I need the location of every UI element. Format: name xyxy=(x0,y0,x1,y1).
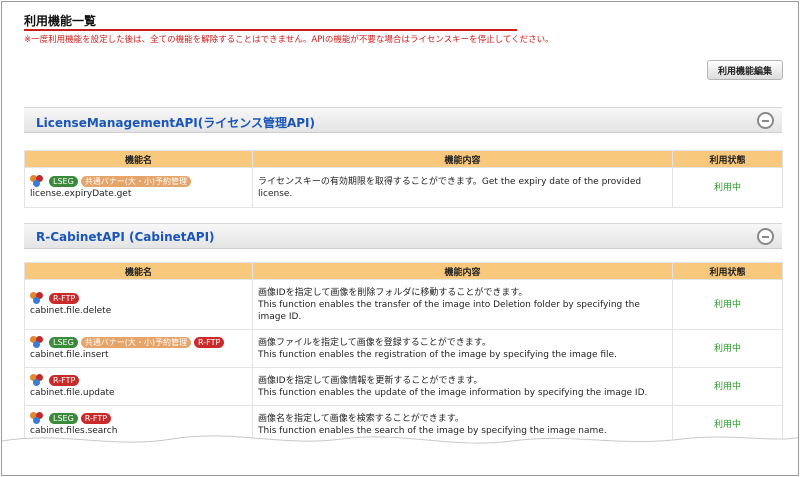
rftp-badge: R-FTP xyxy=(49,374,80,386)
feature-name-cell: LSEG 共通バナー(大・小)予約管理 R-FTP cabinet.file.i… xyxy=(24,329,253,368)
desc-line: This function enables the update of the … xyxy=(258,387,648,398)
shared-banner-badge: 共通バナー(大・小)予約管理 xyxy=(80,336,192,348)
warning-notice: ※一度利用機能を設定した後は、全ての機能を解除することはできません。APIの機能… xyxy=(24,35,554,45)
lseg-badge: LSEG xyxy=(49,175,78,187)
shared-banner-badge: 共通バナー(大・小)予約管理 xyxy=(80,175,192,187)
rftp-badge: R-FTP xyxy=(194,336,225,348)
edit-features-button[interactable]: 利用機能編集 xyxy=(707,60,783,80)
app-icon xyxy=(30,374,46,386)
desc-line: 画像ファイルを指定して画像を登録することができます。 xyxy=(258,337,491,348)
desc-line: This function enables the registration o… xyxy=(258,349,617,360)
feature-name-cell: R-FTP cabinet.file.update xyxy=(24,367,253,406)
desc-line: 画像IDを指定して画像を削除フォルダに移動することができます。 xyxy=(258,287,528,298)
desc-line: image ID. xyxy=(258,311,302,322)
desc-line: ライセンスキーの有効期限を取得することができます。Get the expiry … xyxy=(258,176,642,187)
desc-line: This function enables the transfer of th… xyxy=(258,299,640,310)
table-row: LSEG 共通バナー(大・小)予約管理 license.expiryDate.g… xyxy=(24,167,783,208)
collapse-icon[interactable] xyxy=(757,228,774,245)
rftp-badge: R-FTP xyxy=(49,292,80,304)
column-header-desc: 機能内容 xyxy=(252,262,673,280)
status-in-use: 利用中 xyxy=(672,367,783,406)
status-in-use: 利用中 xyxy=(672,329,783,368)
function-name: cabinet.file.insert xyxy=(30,350,109,360)
function-name: cabinet.file.delete xyxy=(30,306,112,316)
column-header-name: 機能名 xyxy=(24,150,253,168)
table-row: R-FTP cabinet.file.delete 画像IDを指定して画像を削除… xyxy=(24,279,783,330)
desc-line: 画像IDを指定して画像情報を更新することができます。 xyxy=(258,375,483,386)
lseg-badge: LSEG xyxy=(49,412,78,424)
column-header-status: 利用状態 xyxy=(672,262,783,280)
collapse-icon[interactable] xyxy=(757,112,774,129)
feature-name-cell: R-FTP cabinet.file.delete xyxy=(24,279,253,330)
lseg-badge: LSEG xyxy=(49,336,78,348)
page-frame: 利用機能一覧 ※一度利用機能を設定した後は、全ての機能を解除することはできません… xyxy=(1,1,799,476)
column-header-desc: 機能内容 xyxy=(252,150,673,168)
status-in-use: 利用中 xyxy=(672,279,783,330)
feature-desc-cell: 画像ファイルを指定して画像を登録することができます。 This function… xyxy=(252,329,673,368)
app-icon xyxy=(30,292,46,304)
page-title: 利用機能一覧 xyxy=(24,14,97,28)
app-icon xyxy=(30,175,46,187)
column-header-name: 機能名 xyxy=(24,262,253,280)
torn-edge xyxy=(2,435,798,475)
function-name: cabinet.file.update xyxy=(30,388,115,398)
rftp-badge: R-FTP xyxy=(80,412,112,424)
section-header-cabinet[interactable]: R-CabinetAPI (CabinetAPI) xyxy=(24,223,782,249)
section-header-license-management[interactable]: LicenseManagementAPI(ライセンス管理API) xyxy=(24,107,782,133)
column-header-status: 利用状態 xyxy=(672,150,783,168)
app-icon xyxy=(30,336,46,348)
title-underline xyxy=(24,29,517,31)
app-icon xyxy=(30,412,46,424)
desc-line: 画像名を指定して画像を検索することができます。 xyxy=(258,413,464,424)
status-in-use: 利用中 xyxy=(672,167,783,208)
features-table-license: 機能名 機能内容 利用状態 LSEG 共通バナー(大・小)予約管理 licens… xyxy=(24,150,783,208)
table-row: R-FTP cabinet.file.update 画像IDを指定して画像情報を… xyxy=(24,367,783,406)
feature-name-cell: LSEG 共通バナー(大・小)予約管理 license.expiryDate.g… xyxy=(24,167,253,208)
features-table-cabinet: 機能名 機能内容 利用状態 R-FTP cabinet.file.delete … xyxy=(24,262,783,444)
feature-desc-cell: 画像IDを指定して画像を削除フォルダに移動することができます。 This fun… xyxy=(252,279,673,330)
desc-line: license. xyxy=(258,188,293,199)
table-row: LSEG 共通バナー(大・小)予約管理 R-FTP cabinet.file.i… xyxy=(24,329,783,368)
function-name: license.expiryDate.get xyxy=(30,189,132,199)
feature-desc-cell: 画像IDを指定して画像情報を更新することができます。 This function… xyxy=(252,367,673,406)
section-title: LicenseManagementAPI(ライセンス管理API) xyxy=(36,116,315,130)
feature-desc-cell: ライセンスキーの有効期限を取得することができます。Get the expiry … xyxy=(252,167,673,208)
section-title: R-CabinetAPI (CabinetAPI) xyxy=(36,230,215,244)
